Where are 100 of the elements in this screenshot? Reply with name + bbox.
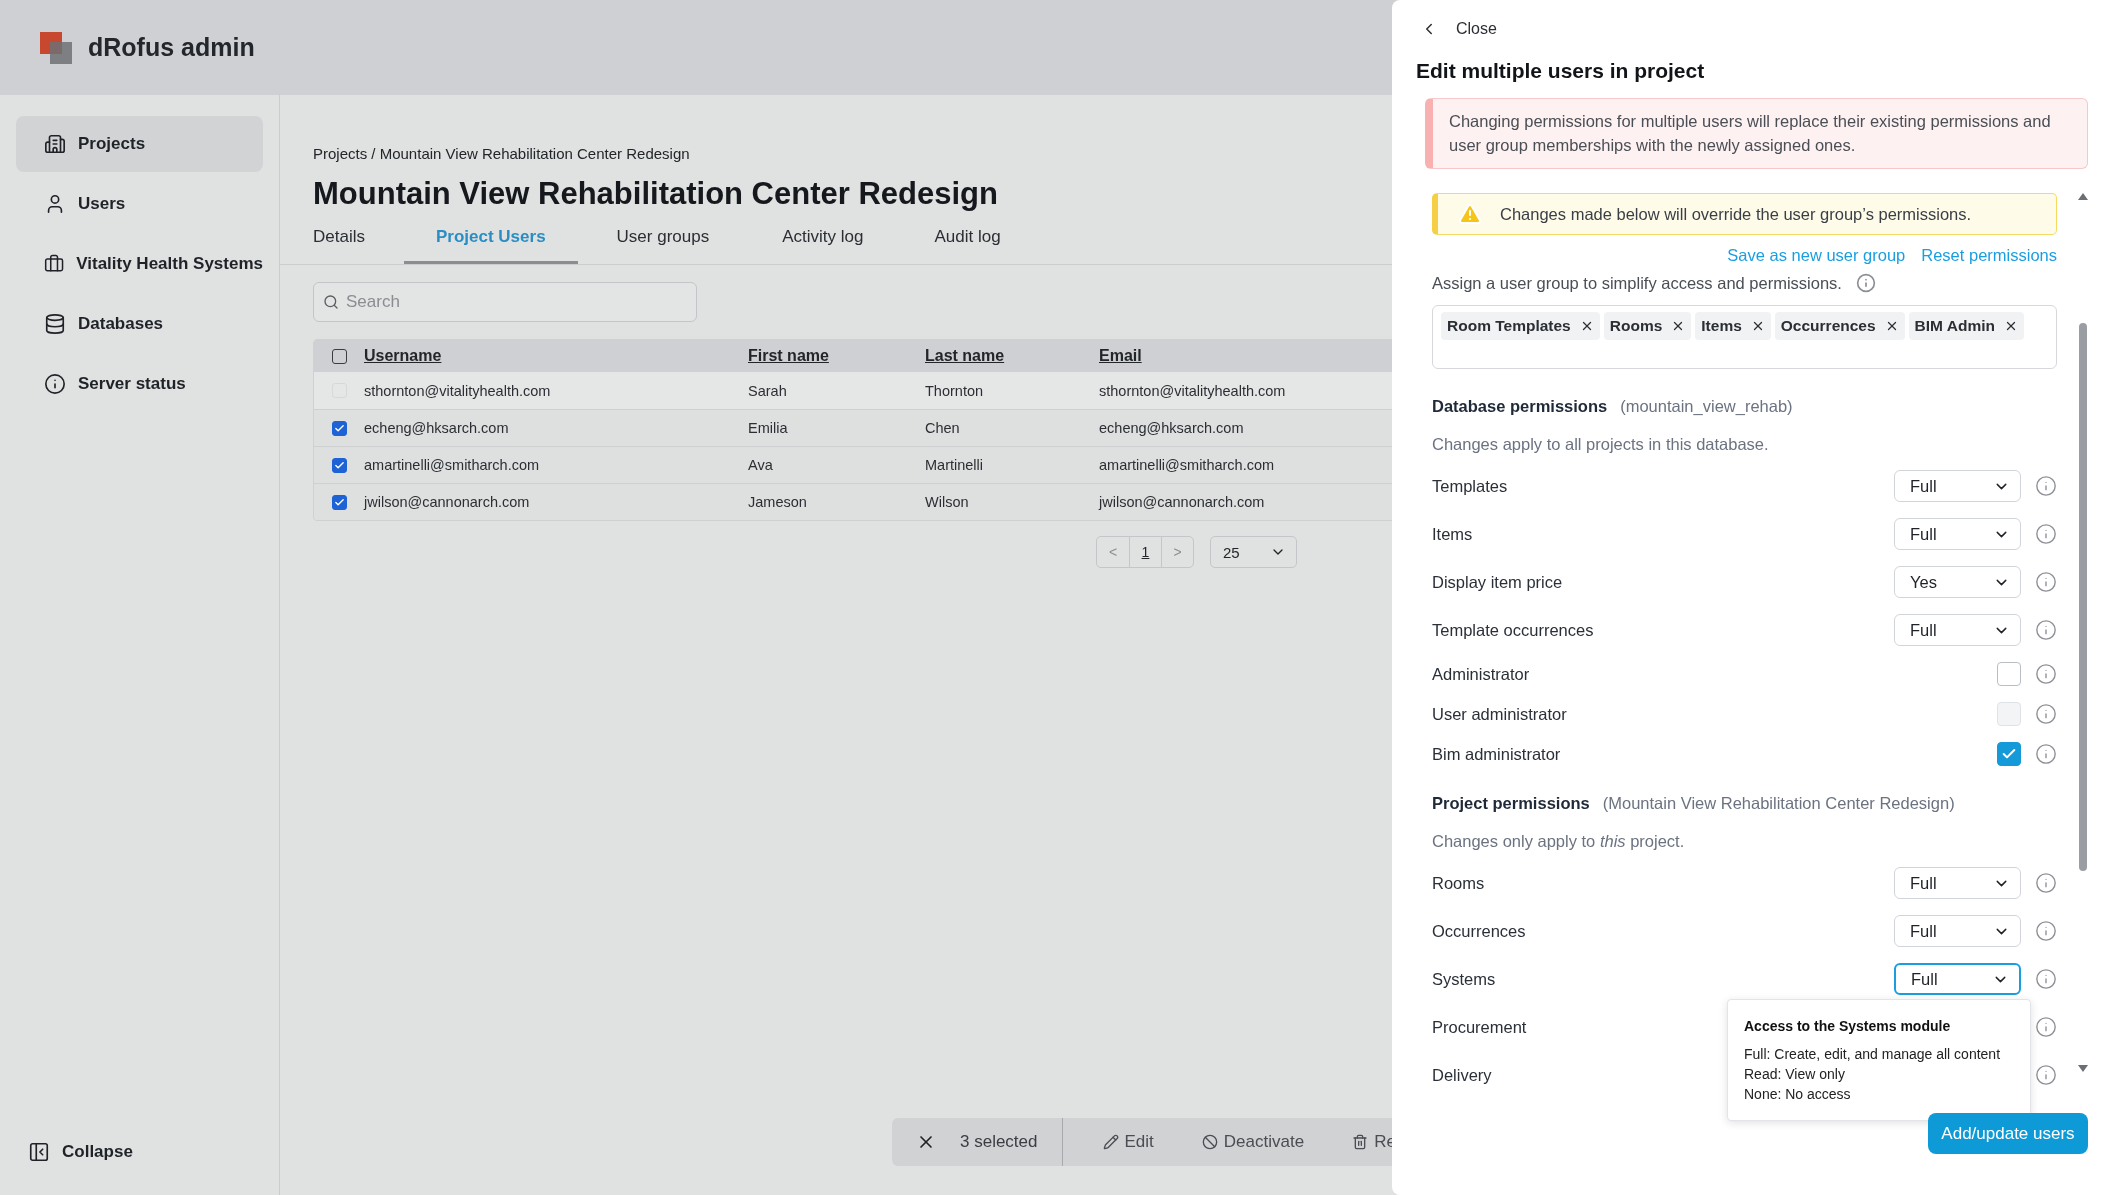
table-cell: Jameson xyxy=(748,494,807,510)
action-button[interactable]: Deactivate xyxy=(1201,1132,1305,1152)
panel-icon xyxy=(28,1141,50,1163)
tooltip-line: Read: View only xyxy=(1744,1065,1846,1084)
info-icon[interactable] xyxy=(2035,663,2057,685)
sidebar-item[interactable]: Vitality Health Systems xyxy=(16,236,263,292)
tab[interactable]: Activity log xyxy=(782,215,864,264)
action-button[interactable]: Edit xyxy=(1102,1132,1154,1152)
tag-chip: Items xyxy=(1695,312,1771,340)
check-icon xyxy=(333,496,345,508)
warning-icon xyxy=(1458,202,1482,226)
permission-label: Procurement xyxy=(1432,1017,1527,1037)
table-cell: Sarah xyxy=(748,382,787,399)
section-note: Changes only apply to this project. xyxy=(1432,832,1686,851)
permission-label: Administrator xyxy=(1432,664,1530,684)
user-group-field[interactable]: Room Templates Rooms Items Occurrences BIM Admin xyxy=(1432,305,2057,369)
table-cell: Ava xyxy=(748,457,773,473)
sidebar-item[interactable]: Databases xyxy=(16,296,263,352)
info-icon[interactable] xyxy=(2035,523,2057,545)
sidebar-item[interactable]: Server status xyxy=(16,356,263,412)
table-cell: sthornton@vitalityhealth.com xyxy=(364,382,551,399)
table-cell: amartinelli@smitharch.com xyxy=(1099,457,1275,473)
info-icon[interactable] xyxy=(2035,475,2057,497)
tab[interactable]: User groups xyxy=(616,215,710,264)
table-cell: amartinelli@smitharch.com xyxy=(364,457,540,473)
info-icon[interactable] xyxy=(2035,968,2057,990)
tag-chip: Rooms xyxy=(1603,312,1692,340)
info-icon[interactable] xyxy=(2035,872,2057,894)
page-size-select[interactable]: 25 xyxy=(1210,536,1297,568)
tooltip-line: Full: Create, edit, and manage all content xyxy=(1744,1045,2002,1064)
column-header[interactable]: Last name xyxy=(925,347,1005,365)
tooltip-line: None: No access xyxy=(1744,1085,1852,1104)
column-header[interactable]: Email xyxy=(1099,347,1142,365)
permission-checkbox[interactable] xyxy=(1997,662,2021,686)
row-checkbox[interactable] xyxy=(331,494,347,510)
close-link[interactable]: Close xyxy=(1420,20,1497,38)
app-title: dRofus admin xyxy=(88,33,255,62)
info-icon[interactable] xyxy=(2035,1064,2057,1086)
sidebar-item[interactable]: Users xyxy=(16,176,263,232)
permission-label: Template occurrences xyxy=(1432,620,1594,640)
row-checkbox[interactable] xyxy=(331,457,347,473)
table-cell: echeng@hksarch.com xyxy=(364,420,509,436)
table-cell: Wilson xyxy=(925,494,969,510)
check-icon xyxy=(333,422,345,434)
permission-label: Delivery xyxy=(1432,1065,1492,1085)
warning-text: Changes made below will override the user group’s permissions. xyxy=(1500,204,1972,224)
table-cell: sthornton@vitalityhealth.com xyxy=(1099,382,1286,399)
logo-icon xyxy=(40,31,72,64)
permission-select[interactable]: Full xyxy=(1894,614,2021,646)
page-button[interactable]: 1 xyxy=(1129,537,1161,567)
collapse-button[interactable]: Collapse xyxy=(16,1141,263,1163)
permission-select[interactable]: Full xyxy=(1894,867,2021,899)
check-icon xyxy=(333,459,345,471)
sidebar-item[interactable]: Projects xyxy=(16,116,263,172)
scrollbar[interactable] xyxy=(2076,193,2090,1073)
table-cell: Chen xyxy=(925,420,960,436)
action-icon xyxy=(1201,1134,1218,1150)
tag-chip: Occurrences xyxy=(1774,312,1905,340)
table-cell: jwilson@cannonarch.com xyxy=(364,494,530,510)
tag-chip: Room Templates xyxy=(1441,312,1600,340)
drawer-title: Edit multiple users in project xyxy=(1416,59,1706,83)
info-icon[interactable] xyxy=(2035,1016,2057,1038)
permission-select[interactable]: Full xyxy=(1894,470,2021,502)
permission-checkbox[interactable] xyxy=(1997,742,2021,766)
info-icon[interactable] xyxy=(2035,571,2057,593)
tab[interactable]: Audit log xyxy=(934,215,1001,264)
permission-select[interactable]: Full xyxy=(1894,915,2021,947)
nav-icon xyxy=(44,133,66,155)
action-icon xyxy=(1102,1134,1119,1150)
permission-label: Systems xyxy=(1432,969,1496,989)
section-title: Database permissions xyxy=(1432,397,1608,416)
permission-select[interactable]: Full xyxy=(1894,963,2021,995)
assign-hint: Assign a user group to simplify access and permissions. xyxy=(1432,273,1842,293)
permission-label: Templates xyxy=(1432,476,1508,496)
permission-label: Bim administrator xyxy=(1432,744,1561,764)
permission-label: Rooms xyxy=(1432,873,1485,893)
info-icon[interactable] xyxy=(2035,619,2057,641)
action-icon xyxy=(1352,1134,1369,1150)
tag-chip: BIM Admin xyxy=(1908,312,2024,340)
permission-label: Items xyxy=(1432,524,1473,544)
permission-select[interactable]: Yes xyxy=(1894,566,2021,598)
info-icon[interactable] xyxy=(2035,703,2057,725)
column-header[interactable]: First name xyxy=(748,347,829,365)
row-checkbox[interactable] xyxy=(331,420,347,436)
permission-select[interactable]: Full xyxy=(1894,518,2021,550)
info-icon[interactable] xyxy=(2035,920,2057,942)
tab[interactable]: Details xyxy=(313,215,365,264)
search-field[interactable]: Search xyxy=(313,282,697,322)
column-header[interactable]: Username xyxy=(364,347,442,365)
info-icon[interactable] xyxy=(2035,743,2057,765)
section-title: Project permissions xyxy=(1432,794,1590,813)
search-icon xyxy=(323,294,339,310)
tooltip-title: Access to the Systems module xyxy=(1744,1018,1952,1034)
table-cell: Martinelli xyxy=(925,457,983,473)
selected-count: 3 selected xyxy=(960,1132,1038,1152)
table-cell: Emilia xyxy=(748,420,788,436)
select-all-checkbox[interactable] xyxy=(331,348,347,364)
section-scope: (Mountain View Rehabilitation Center Redesign) xyxy=(1602,794,1955,813)
breadcrumb: Projects / Mountain View Rehabilitation Center Redesign xyxy=(313,145,690,162)
permission-label: Occurrences xyxy=(1432,921,1526,941)
